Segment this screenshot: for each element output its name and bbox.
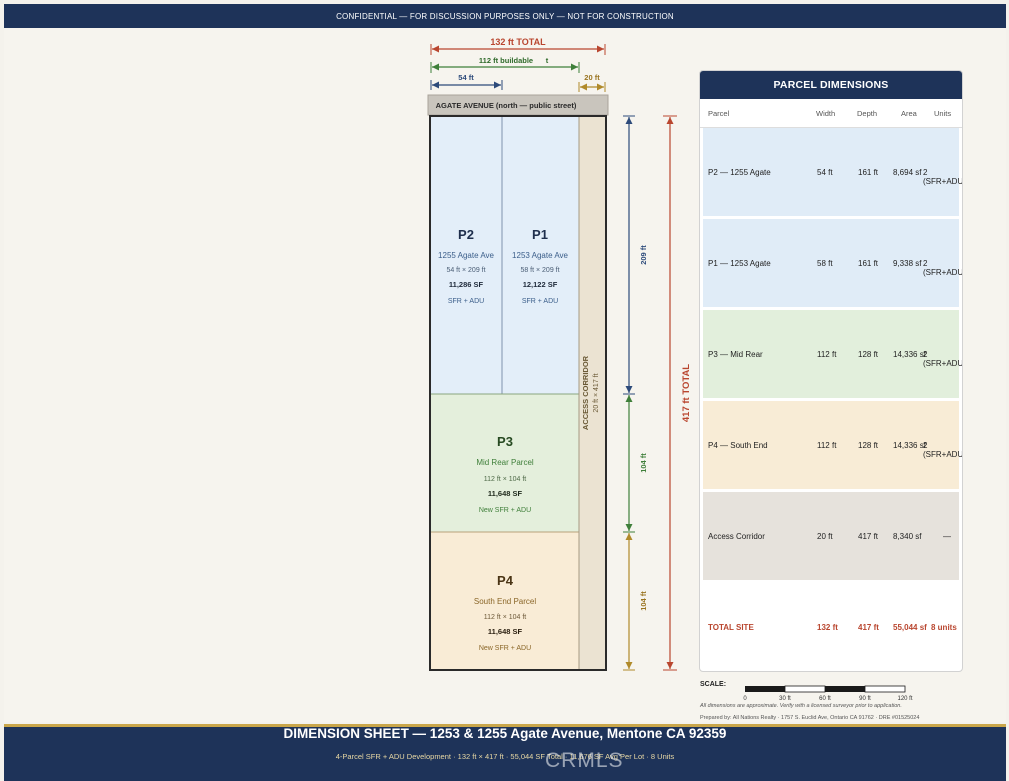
survey-disclaimer: All dimensions are approximate. Verify w…: [700, 703, 902, 709]
p2-width-label: 54 ft: [458, 73, 474, 82]
corridor-label: ACCESS CORRIDOR: [581, 355, 590, 430]
row-area: 9,338 sf: [893, 259, 922, 268]
p2-width-dimension: 54 ft: [430, 73, 503, 90]
header-units: Units: [934, 109, 952, 118]
p4-id: P4: [497, 573, 514, 588]
scale-tick-120: 120 ft: [897, 696, 912, 702]
p1-id: P1: [532, 227, 548, 242]
buildable-width-dimension: 112 ft buildable t: [430, 55, 580, 73]
table-header: Parcel Width Depth Area Units: [700, 99, 962, 128]
row-width: 112 ft: [817, 350, 837, 359]
row-width: 54 ft: [817, 168, 833, 177]
corridor-width-label: 20 ft: [584, 73, 600, 82]
table-row: P2 — 1255 Agate 54 ft 161 ft 8,694 sf 2 …: [703, 128, 962, 216]
row-depth: 128 ft: [858, 441, 879, 450]
scale-title: SCALE:: [700, 681, 727, 688]
p4-use: New SFR + ADU: [479, 645, 531, 652]
buildable-width-suffix: t: [546, 56, 549, 65]
row-area: 14,336 sf: [893, 441, 926, 450]
row-units: —: [943, 532, 951, 541]
p2-use: SFR + ADU: [448, 298, 484, 305]
row-units: 2 (SFR+ADU): [923, 168, 963, 186]
prepared-by: Prepared by: All Nations Realty · 1757 S…: [700, 715, 920, 721]
table-row: P1 — 1253 Agate 58 ft 161 ft 9,338 sf 2 …: [703, 219, 962, 307]
row-parcel-name: Access Corridor: [708, 532, 765, 541]
p1-area: 12,122 SF: [523, 280, 558, 289]
row-width: 58 ft: [817, 259, 833, 268]
row-parcel-name: P1 — 1253 Agate: [708, 259, 771, 268]
header-depth: Depth: [857, 109, 878, 118]
total-width: 132 ft: [817, 623, 838, 632]
panel-title: PARCEL DIMENSIONS: [700, 71, 962, 99]
p3-address: Mid Rear Parcel: [476, 458, 534, 467]
depth-104b-label: 104 ft: [639, 591, 648, 611]
p3-use: New SFR + ADU: [479, 507, 531, 514]
p3-id: P3: [497, 434, 513, 449]
scale-bar: 0 30 ft 60 ft 90 ft 120 ft: [743, 685, 913, 702]
corridor-width-dimension: 20 ft: [578, 73, 606, 92]
row-parcel-name: P3 — Mid Rear: [708, 350, 763, 359]
watermark: CRMLS: [545, 749, 624, 772]
row-parcel-name: P4 — South End: [708, 441, 768, 450]
p2-size: 54 ft × 209 ft: [446, 267, 485, 274]
table-row: P4 — South End 112 ft 128 ft 14,336 sf 2…: [703, 401, 962, 489]
total-area: 55,044 sf: [893, 623, 927, 632]
street-label: AGATE AVENUE (north — public street): [436, 101, 577, 110]
row-units: 2 (SFR+ADU): [923, 350, 963, 368]
sheet-subtitle: 4-Parcel SFR + ADU Development · 132 ft …: [335, 752, 675, 761]
scale-tick-30: 30 ft: [779, 696, 791, 702]
row-width: 20 ft: [817, 532, 833, 541]
scale-tick-90: 90 ft: [859, 696, 871, 702]
p1-p2-depth-dimension: 209 ft: [623, 115, 648, 395]
table-row: Access Corridor 20 ft 417 ft 8,340 sf —: [703, 492, 959, 580]
p4-area: 11,648 SF: [488, 627, 523, 636]
total-depth-dimension: 417 ft TOTAL: [663, 115, 692, 671]
p1-use: SFR + ADU: [522, 298, 558, 305]
p1-address: 1253 Agate Ave: [512, 251, 568, 260]
p4-address: South End Parcel: [474, 597, 536, 606]
row-area: 14,336 sf: [893, 350, 926, 359]
p4-depth-dimension: 104 ft: [623, 533, 648, 671]
total-width-label: 132 ft TOTAL: [490, 37, 546, 47]
p2-id: P2: [458, 227, 474, 242]
depth-104a-label: 104 ft: [639, 453, 648, 473]
p1-size: 58 ft × 209 ft: [520, 267, 559, 274]
header-parcel: Parcel: [708, 109, 730, 118]
total-width-dimension: 132 ft TOTAL: [430, 37, 606, 55]
header-width: Width: [816, 109, 836, 118]
total-units: 8 units: [931, 623, 957, 632]
buildable-width-label: 112 ft buildable: [479, 56, 533, 65]
row-depth: 161 ft: [858, 259, 879, 268]
row-width: 112 ft: [817, 441, 837, 450]
parcel-dimensions-panel: PARCEL DIMENSIONS Parcel Width Depth Are…: [699, 70, 963, 672]
p3-depth-dimension: 104 ft: [623, 395, 648, 533]
row-units: 2 (SFR+ADU): [923, 259, 963, 277]
p3-area: 11,648 SF: [488, 489, 523, 498]
row-parcel-name: P2 — 1255 Agate: [708, 168, 771, 177]
row-depth: 161 ft: [858, 168, 879, 177]
total-depth-label: 417 ft TOTAL: [681, 364, 692, 422]
table-row: P3 — Mid Rear 112 ft 128 ft 14,336 sf 2 …: [703, 310, 962, 398]
p3-size: 112 ft × 104 ft: [484, 476, 527, 483]
row-depth: 128 ft: [858, 350, 879, 359]
table-total-row: TOTAL SITE 132 ft 417 ft 55,044 sf 8 uni…: [703, 583, 959, 671]
row-units: 2 (SFR+ADU): [923, 441, 963, 459]
p2-address: 1255 Agate Ave: [438, 251, 494, 260]
row-area: 8,694 sf: [893, 168, 922, 177]
corridor-size: 20 ft × 417 ft: [593, 373, 600, 412]
scale-tick-60: 60 ft: [819, 696, 831, 702]
sheet-title: DIMENSION SHEET — 1253 & 1255 Agate Aven…: [283, 726, 727, 741]
p4-size: 112 ft × 104 ft: [484, 614, 527, 621]
total-name: TOTAL SITE: [708, 623, 754, 632]
depth-209-label: 209 ft: [639, 245, 648, 265]
header-area: Area: [901, 109, 917, 118]
total-depth: 417 ft: [858, 623, 879, 632]
row-depth: 417 ft: [858, 532, 879, 541]
scale-tick-0: 0: [743, 696, 747, 702]
row-area: 8,340 sf: [893, 532, 922, 541]
p2-area: 11,286 SF: [449, 280, 484, 289]
